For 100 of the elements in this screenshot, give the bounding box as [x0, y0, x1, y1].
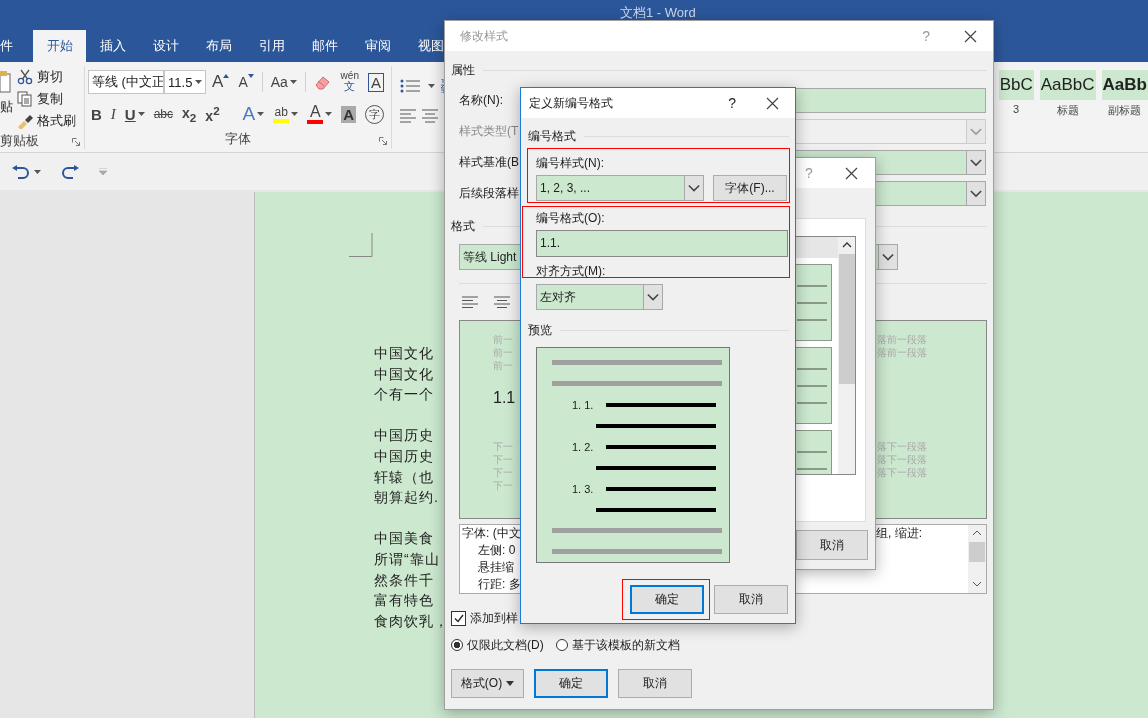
close-icon[interactable] [845, 166, 858, 180]
scroll-up-icon [972, 530, 982, 536]
cut-button[interactable]: 剪切 [17, 66, 76, 88]
underline-button[interactable]: U [121, 103, 148, 125]
description-text: 行距: 多 [477, 576, 521, 593]
document-text: 富有特色 [374, 591, 435, 611]
group-label: 剪贴板 [0, 132, 39, 150]
ribbon-tab[interactable]: 设计 [139, 30, 192, 62]
phonetic-guide-button[interactable]: wén 文 [337, 71, 362, 93]
dialog-launcher-icon[interactable] [72, 138, 80, 146]
radio-button[interactable] [451, 639, 463, 651]
list-thumbnail[interactable] [795, 264, 832, 341]
font-color-button[interactable]: A [304, 103, 336, 125]
help-button[interactable]: ? [728, 95, 736, 111]
section-label: 编号格式 [528, 127, 576, 145]
number-format-field[interactable]: 1.1. [536, 230, 788, 257]
close-icon[interactable] [766, 96, 779, 110]
cancel-button[interactable]: 取消 [796, 530, 868, 560]
preview-number: 1. 3. [571, 482, 595, 495]
checkbox[interactable] [451, 610, 466, 626]
ribbon-tab[interactable]: 件 [0, 30, 33, 62]
scroll-thumb[interactable] [838, 254, 855, 384]
highlight-button[interactable]: ab [270, 103, 302, 125]
document-text: 食肉饮乳， [374, 611, 449, 631]
document-text: 中国文化 [374, 364, 434, 384]
ribbon-tab[interactable]: 开始 [33, 30, 86, 62]
style-gallery-item[interactable]: AaBbC 标题 [1039, 70, 1096, 152]
document-text: 轩辕（也 [374, 467, 435, 487]
description-text: 组, 缩进: [876, 525, 923, 542]
scroll-down-icon [972, 581, 982, 587]
copy-button[interactable]: 复制 [17, 88, 76, 110]
scroll-up-icon [841, 242, 852, 248]
document-text: 中国文化 [374, 344, 434, 363]
style-gallery-item[interactable]: BbC 3 [998, 70, 1034, 152]
style-name: 副标题 [1108, 103, 1142, 118]
checkbox-label: 添加到样 [470, 609, 518, 627]
section-label: 属性 [451, 61, 475, 79]
cancel-button[interactable]: 取消 [618, 669, 692, 698]
ribbon-tab[interactable]: 布局 [192, 30, 245, 62]
style-gallery-item[interactable]: AaBb 副标题 [1101, 70, 1148, 152]
superscript-button[interactable]: x$^{2}$ [202, 103, 223, 125]
ribbon-tab[interactable]: 审阅 [351, 30, 404, 62]
field-label: 编号格式(O): [536, 211, 606, 225]
list-header-row[interactable] [795, 237, 838, 258]
field-label: 编号样式(N): [536, 156, 605, 170]
style-name: 3 [1013, 103, 1020, 115]
field-label: 对齐方式(M): [536, 264, 607, 278]
ribbon-tab[interactable]: 邮件 [298, 30, 351, 62]
corner-mark-icon [349, 233, 373, 257]
scissors-icon [17, 69, 33, 85]
alignment-dropdown[interactable]: 左对齐 [536, 284, 663, 310]
cancel-button[interactable]: 取消 [714, 585, 788, 614]
radio-label: 仅限此文档(D) [467, 636, 544, 654]
caret-icon [34, 169, 41, 174]
scrollbar[interactable] [838, 237, 855, 474]
list-thumbnail[interactable] [795, 347, 832, 424]
caret-icon [195, 80, 203, 84]
redo-icon[interactable] [62, 164, 80, 179]
style-preview: AaBb [1101, 70, 1148, 100]
caret-icon [325, 112, 333, 116]
preview-sample: 1.1 [493, 389, 516, 407]
section-label: 格式 [451, 217, 475, 235]
caret-icon [428, 84, 435, 88]
font-button[interactable]: 字体(F)... [713, 175, 787, 201]
group-label: 字体 [225, 130, 251, 148]
preview-number: 1. 2. [571, 440, 595, 453]
paintbrush-icon [17, 113, 33, 129]
paste-button[interactable]: 贴 [0, 66, 14, 132]
grow-font-button[interactable]: A [209, 71, 233, 93]
scroll-thumb[interactable] [969, 542, 985, 562]
change-case-button[interactable]: Aa [267, 71, 300, 93]
align-center-icon[interactable] [494, 296, 510, 308]
font-size-dropdown[interactable]: 11.5 [164, 70, 207, 94]
italic-button[interactable]: I [107, 103, 119, 125]
ok-button[interactable]: 确定 [534, 669, 608, 698]
caret-icon [137, 112, 145, 116]
shrink-font-button[interactable]: A [235, 71, 257, 93]
ok-button[interactable]: 确定 [630, 585, 704, 614]
number-style-dropdown[interactable]: 1, 2, 3, ... [536, 175, 704, 201]
text-effect-button[interactable]: A [239, 103, 268, 125]
dialog-launcher-icon[interactable] [379, 137, 387, 145]
field-label: 样式基准(B [459, 154, 520, 171]
ribbon-tab[interactable]: 引用 [245, 30, 298, 62]
subscript-button[interactable]: x$_{2}$ [179, 103, 200, 125]
style-preview: AaBbC [1039, 70, 1096, 100]
style-preview: BbC [998, 70, 1034, 100]
painter-button[interactable]: 格式刷 [17, 110, 76, 132]
align-left-icon[interactable] [462, 296, 478, 308]
radio-button[interactable] [555, 639, 568, 651]
checkmark-icon [453, 613, 464, 623]
ribbon-tab[interactable]: 插入 [86, 30, 139, 62]
bullet-list-icon[interactable] [400, 79, 420, 93]
style-name: 标题 [1056, 103, 1079, 118]
document-text: 所谓“靠山 [374, 549, 441, 569]
customize-toolbar-icon[interactable] [99, 168, 107, 175]
scrollbar[interactable] [968, 525, 986, 593]
undo-icon[interactable] [11, 164, 29, 179]
bold-button[interactable]: B [88, 103, 105, 125]
strikethrough-button[interactable]: abc [150, 103, 177, 125]
format-menu-button[interactable]: 格式(O) [451, 669, 524, 698]
